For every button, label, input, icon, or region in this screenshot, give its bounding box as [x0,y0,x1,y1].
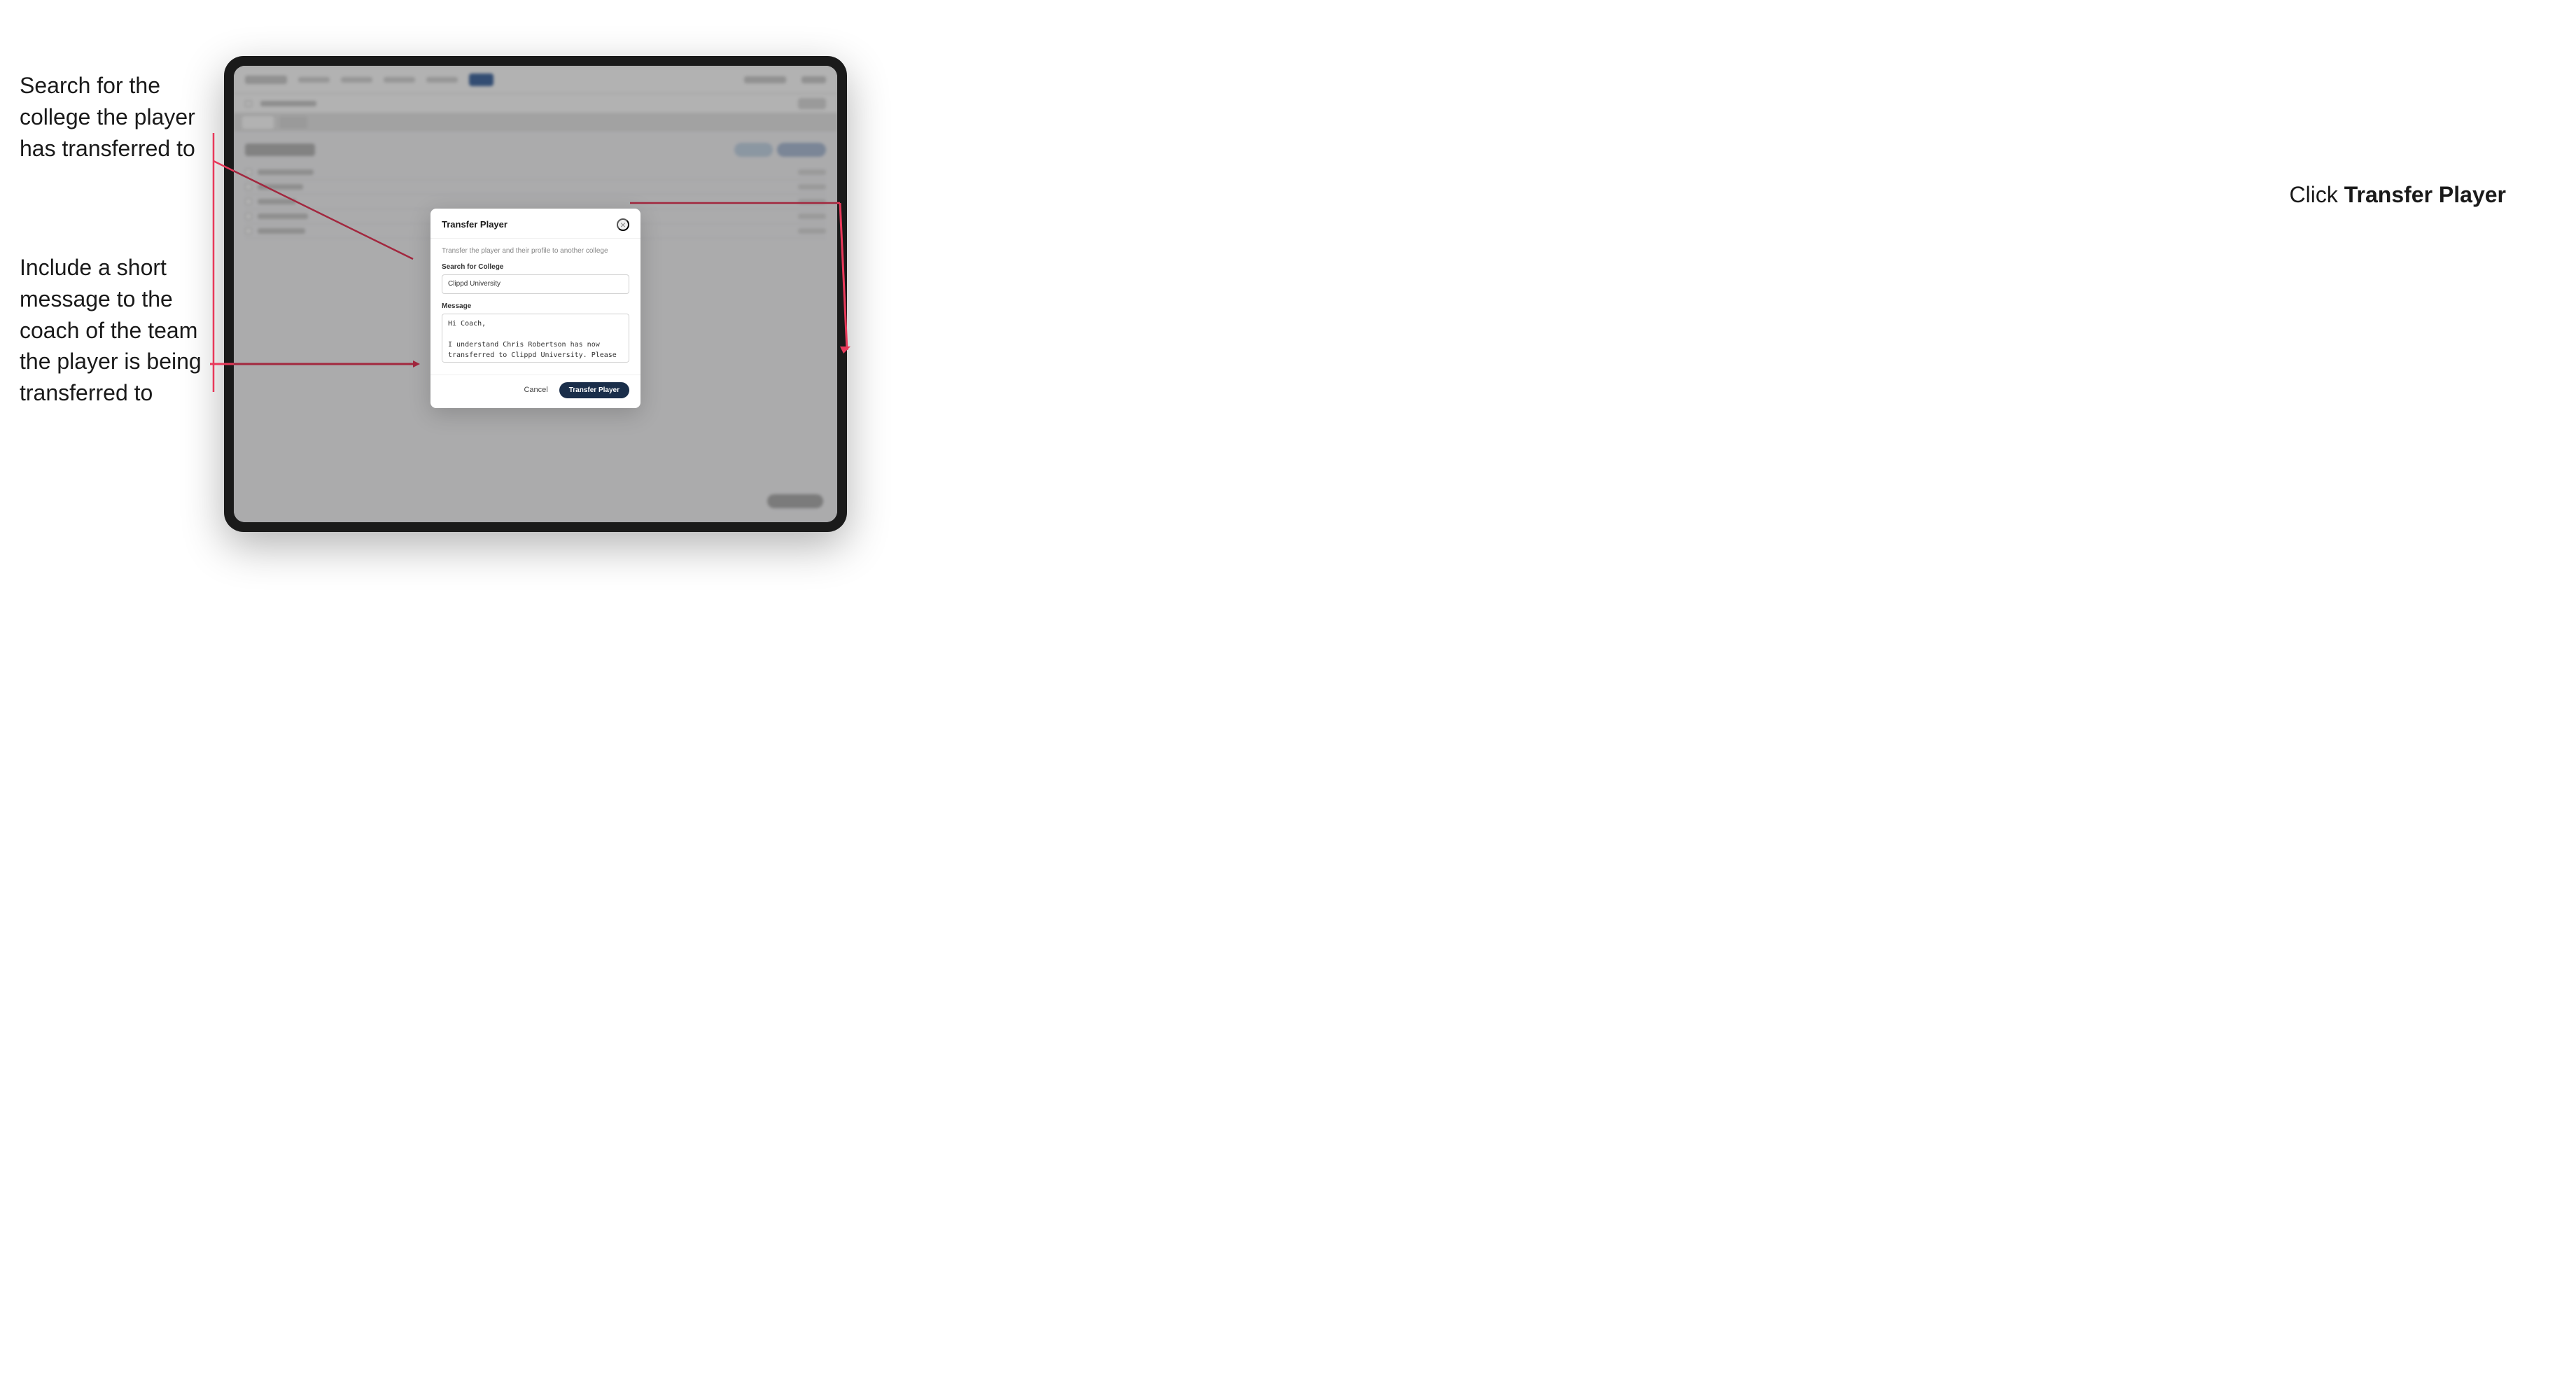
modal-body: Transfer the player and their profile to… [430,239,640,374]
annotation-search: Search for the college the player has tr… [20,70,223,164]
modal-close-button[interactable]: × [617,218,629,231]
modal-footer: Cancel Transfer Player [430,374,640,408]
tablet-device: Transfer Player × Transfer the player an… [224,56,847,532]
search-college-label: Search for College [442,263,629,271]
search-college-input[interactable] [442,274,629,294]
message-textarea[interactable]: Hi Coach, I understand Chris Robertson h… [442,314,629,363]
modal-title: Transfer Player [442,219,507,230]
annotation-message: Include a short message to the coach of … [20,252,223,409]
modal-subtitle: Transfer the player and their profile to… [442,247,629,255]
modal-header: Transfer Player × [430,209,640,239]
message-label: Message [442,302,629,310]
modal-overlay: Transfer Player × Transfer the player an… [234,66,837,522]
tablet-screen: Transfer Player × Transfer the player an… [234,66,837,522]
transfer-player-button[interactable]: Transfer Player [559,382,629,398]
annotation-right: Click Transfer Player [2290,182,2506,208]
transfer-player-modal: Transfer Player × Transfer the player an… [430,209,640,408]
cancel-button[interactable]: Cancel [518,382,553,398]
